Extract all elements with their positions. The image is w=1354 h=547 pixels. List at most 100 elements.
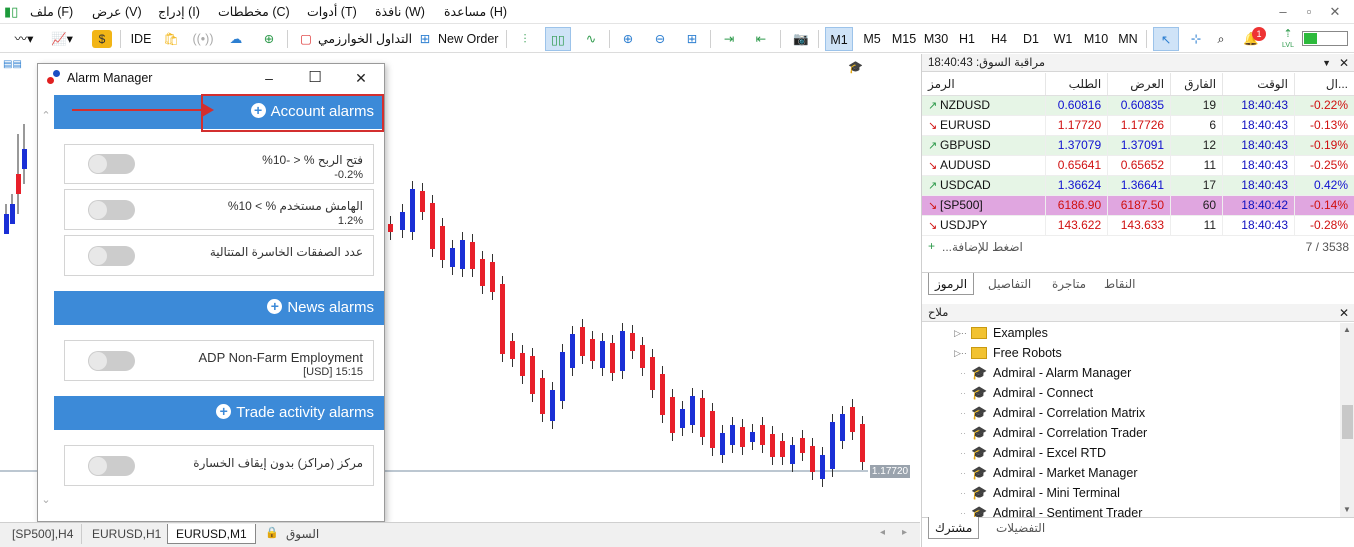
col-time[interactable]: الوقت [1222, 73, 1295, 96]
close-icon[interactable]: ✕ [1324, 0, 1346, 24]
new-order-icon[interactable]: ⊞ [414, 27, 436, 51]
maximize-icon[interactable]: ☐ [304, 68, 326, 88]
toggle-switch[interactable] [88, 154, 135, 174]
table-row[interactable]: ↘ USDJPY 143.622 143.633 11 18:40:43 -0.28% [922, 215, 1354, 236]
zoom-in-icon[interactable]: ⊕ [617, 27, 639, 51]
scrollbar-thumb[interactable] [1342, 405, 1353, 439]
algo-trading-icon[interactable]: ▢ [295, 27, 317, 51]
navigator-item[interactable]: ·· 🎓 Admiral - Mini Terminal [922, 483, 1340, 503]
navigator-item[interactable]: ·· 🎓 Admiral - Market Manager [922, 463, 1340, 483]
plus-icon[interactable]: + [267, 299, 283, 314]
ide-button[interactable]: IDE [128, 27, 154, 51]
alarm-titlebar[interactable]: Alarm Manager – ☐ ✕ [38, 64, 384, 91]
col-bid[interactable]: الطلب [1045, 73, 1109, 96]
tab-scroll-left-icon[interactable]: ◂ [880, 527, 885, 538]
table-row[interactable]: ↘ AUDUSD 0.65641 0.65652 11 18:40:43 -0.25% [922, 155, 1354, 176]
tab-favorites[interactable]: التفضيلات [996, 517, 1045, 539]
chart-tab-sp500-h4[interactable]: [SP500],H4 [4, 524, 83, 544]
line-chart-icon[interactable]: ∿ [580, 27, 602, 51]
cloud-icon[interactable]: ☁ [225, 27, 247, 51]
table-row[interactable]: ↘ [SP500] 6186.90 6187.50 60 18:40:42 -0.14% [922, 195, 1354, 216]
expand-icon[interactable]: ▷·· [954, 343, 967, 363]
tf-m5[interactable]: M5 [858, 27, 886, 51]
table-row[interactable]: ↗ USDCAD 1.36624 1.36641 17 18:40:43 0.42% [922, 175, 1354, 196]
navigator-item[interactable]: ·· 🎓 Admiral - Correlation Trader [922, 423, 1340, 443]
scroll-down-icon[interactable]: ⌄ [40, 494, 52, 506]
chart-tab-eurusd-m1[interactable]: EURUSD,M1 [167, 524, 256, 544]
col-change[interactable]: ال... [1294, 73, 1354, 96]
tf-w1[interactable]: W1 [1050, 27, 1076, 51]
new-order-button[interactable]: New Order [438, 27, 498, 51]
menu-view[interactable]: عرض (V) [92, 0, 142, 24]
col-symbol[interactable]: الرمز [922, 73, 1047, 96]
tf-h1[interactable]: H1 [954, 27, 980, 51]
cursor-icon[interactable]: ↖ [1153, 27, 1179, 51]
chart-tab-eurusd-h1[interactable]: EURUSD,H1 [84, 524, 171, 544]
tf-h4[interactable]: H4 [986, 27, 1012, 51]
screenshot-icon[interactable]: 📷 [790, 27, 812, 51]
close-icon[interactable]: ✕ [350, 68, 372, 88]
zoom-out-icon[interactable]: ⊖ [649, 27, 671, 51]
trade-activity-alarms-header[interactable]: + Trade activity alarms [54, 396, 384, 430]
tf-m1[interactable]: M1 [825, 27, 853, 51]
navigator-item[interactable]: ·· 🎓 Admiral - Correlation Matrix [922, 403, 1340, 423]
table-row[interactable]: ↗ GBPUSD 1.37079 1.37091 12 18:40:43 -0.19% [922, 135, 1354, 156]
menu-charts[interactable]: مخططات (C) [218, 0, 290, 24]
scroll-up-icon[interactable]: ⌃ [40, 110, 52, 122]
add-symbol-label[interactable]: اضغط للإضافة... [942, 240, 1023, 254]
restore-icon[interactable]: ▫ [1298, 0, 1320, 24]
navigator-item[interactable]: ▷·· Examples [922, 323, 1340, 343]
tab-trading[interactable]: متاجرة [1052, 273, 1086, 295]
navigator-item[interactable]: ·· 🎓 Admiral - Excel RTD [922, 443, 1340, 463]
table-row[interactable]: ↗ NZDUSD 0.60816 0.60835 19 18:40:43 -0.22% [922, 95, 1354, 116]
signal-icon[interactable]: ((•)) [192, 27, 214, 51]
tf-d1[interactable]: D1 [1018, 27, 1044, 51]
tf-m10[interactable]: M10 [1081, 27, 1111, 51]
minimize-icon[interactable]: – [258, 68, 280, 88]
menu-help[interactable]: مساعدة (H) [444, 0, 507, 24]
tab-common[interactable]: مشترك [928, 517, 980, 539]
navigator-item[interactable]: ·· 🎓 Admiral - Alarm Manager [922, 363, 1340, 383]
tf-m15[interactable]: M15 [889, 27, 919, 51]
close-icon[interactable]: ✕ [1339, 304, 1349, 322]
close-icon[interactable]: ✕ [1339, 54, 1349, 72]
toggle-switch[interactable] [88, 246, 135, 266]
tab-ticks[interactable]: النقاط [1104, 273, 1135, 295]
bar-chart-icon[interactable]: ⫶ [514, 27, 536, 51]
tab-scroll-right-icon[interactable]: ▸ [902, 527, 907, 538]
dollar-icon[interactable]: $ [92, 30, 112, 48]
candlestick-icon[interactable]: ▯▯ [545, 27, 571, 51]
menu-file[interactable]: ملف (F) [30, 0, 73, 24]
expand-icon[interactable]: ▷·· [954, 323, 967, 343]
toggle-switch[interactable] [88, 351, 135, 371]
chart-shift-icon[interactable]: ⇤ [750, 27, 772, 51]
toggle-switch[interactable] [88, 200, 135, 220]
grid-icon[interactable]: ⊞ [681, 27, 703, 51]
search-icon[interactable]: ⌕ [1210, 27, 1232, 51]
chart-type-icon[interactable]: 〰▾ [8, 27, 40, 51]
crosshair-icon[interactable]: ⊹ [1185, 27, 1207, 51]
navigator-item[interactable]: ·· 🎓 Admiral - Sentiment Trader [922, 503, 1340, 518]
tab-details[interactable]: التفاصيل [988, 273, 1031, 295]
plus-icon[interactable]: + [928, 239, 935, 253]
navigator-item[interactable]: ·· 🎓 Admiral - Connect [922, 383, 1340, 403]
add-symbol-row[interactable]: + اضغط للإضافة... 7 / 3538 [922, 238, 1354, 256]
news-alarms-header[interactable]: + News alarms [54, 291, 384, 325]
col-spread[interactable]: الفارق [1170, 73, 1224, 96]
col-ask[interactable]: العرض [1107, 73, 1172, 96]
minimize-icon[interactable]: – [1272, 0, 1294, 24]
menu-window[interactable]: نافذة (W) [375, 0, 425, 24]
templates-icon[interactable]: 📈▾ [46, 27, 78, 51]
plus-icon[interactable]: + [216, 404, 232, 419]
vps-icon[interactable]: ⊕ [258, 27, 280, 51]
shopping-bag-icon[interactable]: 🛍 [160, 27, 182, 51]
navigator-scrollbar[interactable]: ▲ ▼ [1340, 323, 1354, 517]
chart-tab-market[interactable]: السوق [278, 524, 327, 544]
tf-m30[interactable]: M30 [921, 27, 951, 51]
toggle-switch[interactable] [88, 456, 135, 476]
tab-symbols[interactable]: الرموز [928, 273, 975, 295]
menu-tools[interactable]: أدوات (T) [307, 0, 357, 24]
algo-trading-button[interactable]: التداول الخوارزمي [318, 27, 412, 51]
menu-insert[interactable]: إدراج (I) [158, 0, 200, 24]
table-row[interactable]: ↘ EURUSD 1.17720 1.17726 6 18:40:43 -0.13% [922, 115, 1354, 136]
